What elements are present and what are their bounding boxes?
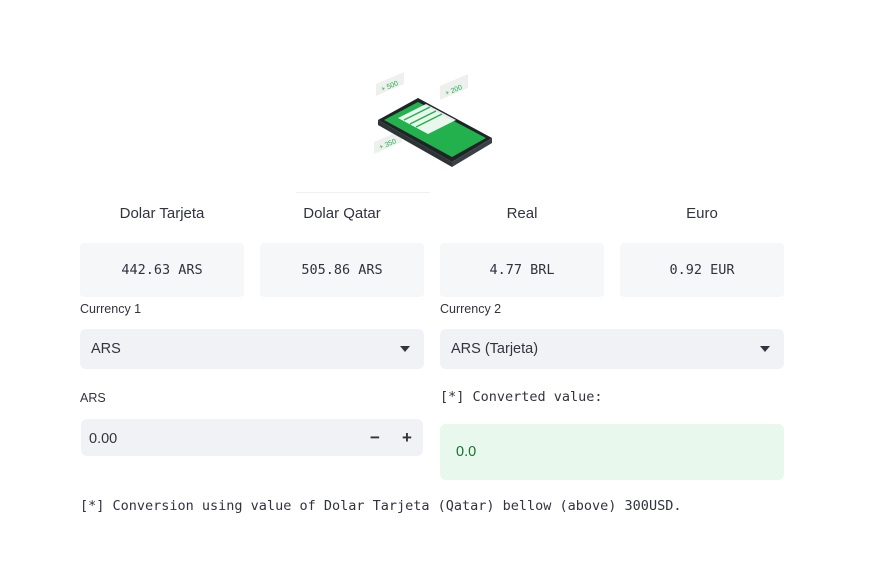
amount-field[interactable]	[81, 419, 361, 458]
rate-value: 442.63 ARS	[80, 243, 244, 297]
rate-value: 0.92 EUR	[620, 243, 784, 297]
rate-dolar-tarjeta: Dolar Tarjeta 442.63 ARS	[80, 204, 244, 297]
amount-number-input: − +	[81, 419, 423, 458]
rate-euro: Euro 0.92 EUR	[620, 204, 784, 297]
rate-title: Real	[506, 205, 538, 222]
amount-label: ARS	[80, 391, 106, 405]
currency1-value: ARS	[91, 341, 121, 357]
rate-real: Real 4.77 BRL	[440, 204, 604, 297]
conversion-footnote: [*] Conversion using value of Dolar Tarj…	[80, 498, 682, 514]
rate-title: Euro	[686, 205, 718, 222]
currency1-label: Currency 1	[80, 302, 142, 316]
divider	[296, 192, 430, 193]
decrement-button[interactable]: −	[359, 419, 391, 456]
phone-icon	[378, 98, 492, 167]
rate-title: Dolar Tarjeta	[119, 205, 205, 222]
chevron-down-icon	[760, 346, 770, 352]
chevron-down-icon	[400, 346, 410, 352]
phone-money-illustration: + 500 + 200 + 350	[374, 72, 492, 167]
rate-title: Dolar Qatar	[303, 205, 381, 222]
currency2-value: ARS (Tarjeta)	[451, 341, 539, 357]
rate-value: 505.86 ARS	[260, 243, 424, 297]
rate-value: 4.77 BRL	[440, 243, 604, 297]
currency2-label: Currency 2	[440, 302, 502, 316]
tag-200-icon: + 200	[440, 74, 468, 100]
converted-value-box: 0.0	[440, 424, 784, 480]
converted-value-label: [*] Converted value:	[440, 389, 603, 405]
increment-button[interactable]: +	[391, 419, 423, 456]
rate-dolar-qatar: Dolar Qatar 505.86 ARS	[260, 204, 424, 297]
currency2-select[interactable]: ARS (Tarjeta)	[440, 329, 784, 369]
currency1-select[interactable]: ARS	[80, 329, 424, 369]
tag-500-icon: + 500	[376, 72, 404, 96]
